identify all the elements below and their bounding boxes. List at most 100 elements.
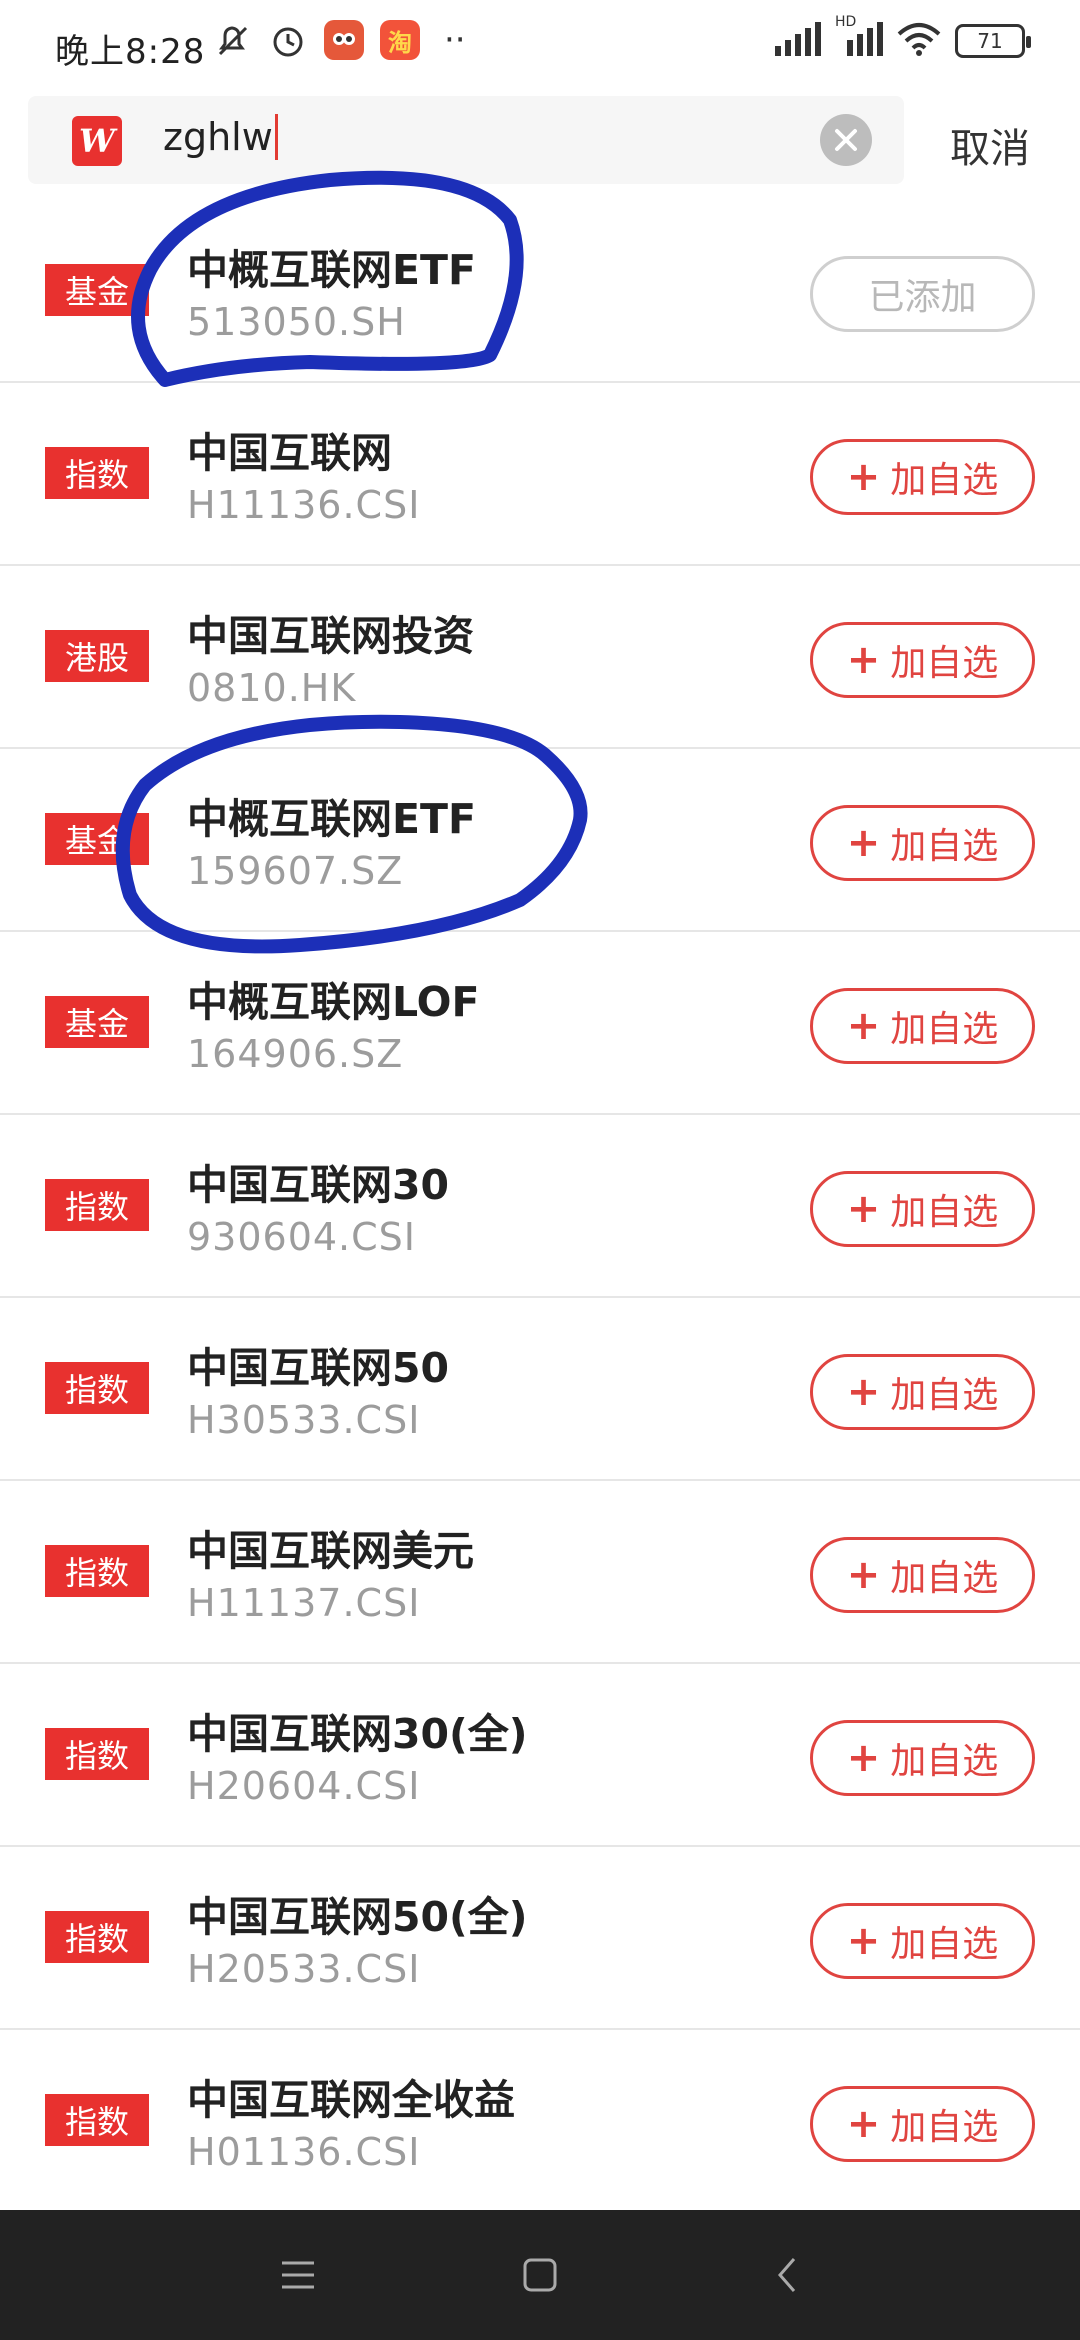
category-tag: 基金 — [45, 996, 149, 1048]
owl-app-icon — [324, 20, 364, 60]
list-item[interactable]: 指数 中国互联网30(全) H20604.CSI + 加自选 — [0, 1664, 1080, 1847]
plus-icon: + — [846, 454, 881, 500]
list-item[interactable]: 指数 中国互联网30 930604.CSI + 加自选 — [0, 1115, 1080, 1298]
add-watchlist-button[interactable]: + 加自选 — [810, 988, 1035, 1064]
home-nav-button[interactable] — [510, 2245, 570, 2305]
add-watchlist-button[interactable]: + 加自选 — [810, 622, 1035, 698]
list-item[interactable]: 指数 中国互联网全收益 H01136.CSI + 加自选 — [0, 2030, 1080, 2213]
security-name: 中国互联网 — [187, 429, 392, 477]
security-name: 中国互联网美元 — [187, 1527, 474, 1575]
security-code: H20604.CSI — [187, 1764, 421, 1808]
status-right-icons: HD 71 — [773, 14, 1031, 60]
add-watchlist-button[interactable]: + 加自选 — [810, 1903, 1035, 1979]
search-box[interactable]: W zghlw — [28, 96, 904, 184]
signal-hd-icon: HD — [835, 14, 883, 60]
status-left-icons: 淘 ·· — [212, 20, 466, 60]
plus-icon: + — [846, 1918, 881, 1964]
add-watchlist-button[interactable]: + 加自选 — [810, 1720, 1035, 1796]
security-name: 中国互联网30 — [187, 1161, 450, 1209]
security-code: 0810.HK — [187, 666, 357, 710]
category-tag: 指数 — [45, 1728, 149, 1780]
close-icon — [835, 129, 857, 151]
list-item[interactable]: 指数 中国互联网50(全) H20533.CSI + 加自选 — [0, 1847, 1080, 2030]
security-code: H11137.CSI — [187, 1581, 421, 1625]
category-tag: 港股 — [45, 630, 149, 682]
battery-icon: 71 — [955, 24, 1031, 58]
security-name: 中国互联网投资 — [187, 612, 474, 660]
button-label: 加自选 — [890, 1009, 999, 1050]
search-header: W zghlw — [0, 92, 1080, 192]
added-button[interactable]: 已添加 — [810, 256, 1035, 332]
more-status-icon: ·· — [444, 20, 466, 60]
security-name: 中国互联网全收益 — [187, 2076, 515, 2124]
taobao-app-icon: 淘 — [380, 20, 420, 60]
category-tag: 指数 — [45, 1911, 149, 1963]
clear-search-button[interactable] — [820, 114, 872, 166]
category-tag: 指数 — [45, 1545, 149, 1597]
list-item[interactable]: 基金 中概互联网ETF 513050.SH 已添加 — [0, 200, 1080, 383]
wifi-icon — [897, 22, 941, 60]
add-watchlist-button[interactable]: + 加自选 — [810, 439, 1035, 515]
system-nav-bar — [0, 2210, 1080, 2340]
add-watchlist-button[interactable]: + 加自选 — [810, 2086, 1035, 2162]
cancel-button[interactable]: 取消 — [950, 116, 1030, 174]
button-label: 加自选 — [890, 460, 999, 501]
plus-icon: + — [846, 1186, 881, 1232]
plus-icon: + — [846, 637, 881, 683]
list-item[interactable]: 港股 中国互联网投资 0810.HK + 加自选 — [0, 566, 1080, 749]
button-label: 加自选 — [890, 1192, 999, 1233]
category-tag: 基金 — [45, 264, 149, 316]
list-item[interactable]: 指数 中国互联网美元 H11137.CSI + 加自选 — [0, 1481, 1080, 1664]
plus-icon: + — [846, 1369, 881, 1415]
button-label: 加自选 — [890, 1924, 999, 1965]
security-code: H11136.CSI — [187, 483, 421, 527]
menu-icon — [282, 2261, 314, 2289]
home-square-icon — [523, 2258, 557, 2292]
button-label: 已添加 — [868, 277, 977, 318]
signal-icon — [773, 22, 821, 60]
category-tag: 指数 — [45, 2094, 149, 2146]
security-name: 中概互联网ETF — [187, 246, 476, 294]
search-results-list: 基金 中概互联网ETF 513050.SH 已添加 指数 中国互联网 H1113… — [0, 200, 1080, 2213]
security-name: 中国互联网50 — [187, 1344, 450, 1392]
mute-icon — [212, 20, 252, 60]
list-item[interactable]: 指数 中国互联网 H11136.CSI + 加自选 — [0, 383, 1080, 566]
security-code: H30533.CSI — [187, 1398, 421, 1442]
status-time: 晚上8:28 — [55, 32, 206, 72]
plus-icon: + — [846, 1735, 881, 1781]
search-query: zghlw — [163, 115, 273, 159]
category-tag: 基金 — [45, 813, 149, 865]
security-code: 159607.SZ — [187, 849, 404, 893]
security-code: 164906.SZ — [187, 1032, 404, 1076]
list-item[interactable]: 基金 中概互联网ETF 159607.SZ + 加自选 — [0, 749, 1080, 932]
add-watchlist-button[interactable]: + 加自选 — [810, 805, 1035, 881]
list-item[interactable]: 基金 中概互联网LOF 164906.SZ + 加自选 — [0, 932, 1080, 1115]
hd-label: HD — [835, 14, 857, 30]
plus-icon: + — [846, 1003, 881, 1049]
add-watchlist-button[interactable]: + 加自选 — [810, 1354, 1035, 1430]
security-code: 930604.CSI — [187, 1215, 417, 1259]
back-nav-button[interactable] — [757, 2245, 817, 2305]
list-item[interactable]: 指数 中国互联网50 H30533.CSI + 加自选 — [0, 1298, 1080, 1481]
category-tag: 指数 — [45, 1179, 149, 1231]
category-tag: 指数 — [45, 447, 149, 499]
button-label: 加自选 — [890, 1558, 999, 1599]
plus-icon: + — [846, 820, 881, 866]
security-name: 中国互联网50(全) — [187, 1893, 528, 1941]
battery-level: 71 — [977, 29, 1003, 53]
security-code: H01136.CSI — [187, 2130, 421, 2174]
menu-nav-button[interactable] — [268, 2245, 328, 2305]
plus-icon: + — [846, 2101, 881, 2147]
security-name: 中概互联网ETF — [187, 795, 476, 843]
alarm-icon — [268, 20, 308, 60]
category-tag: 指数 — [45, 1362, 149, 1414]
security-name: 中概互联网LOF — [187, 978, 480, 1026]
security-code: 513050.SH — [187, 300, 406, 344]
search-input[interactable]: zghlw — [163, 114, 278, 160]
add-watchlist-button[interactable]: + 加自选 — [810, 1171, 1035, 1247]
button-label: 加自选 — [890, 1375, 999, 1416]
add-watchlist-button[interactable]: + 加自选 — [810, 1537, 1035, 1613]
plus-icon: + — [846, 1552, 881, 1598]
security-code: H20533.CSI — [187, 1947, 421, 1991]
button-label: 加自选 — [890, 1741, 999, 1782]
